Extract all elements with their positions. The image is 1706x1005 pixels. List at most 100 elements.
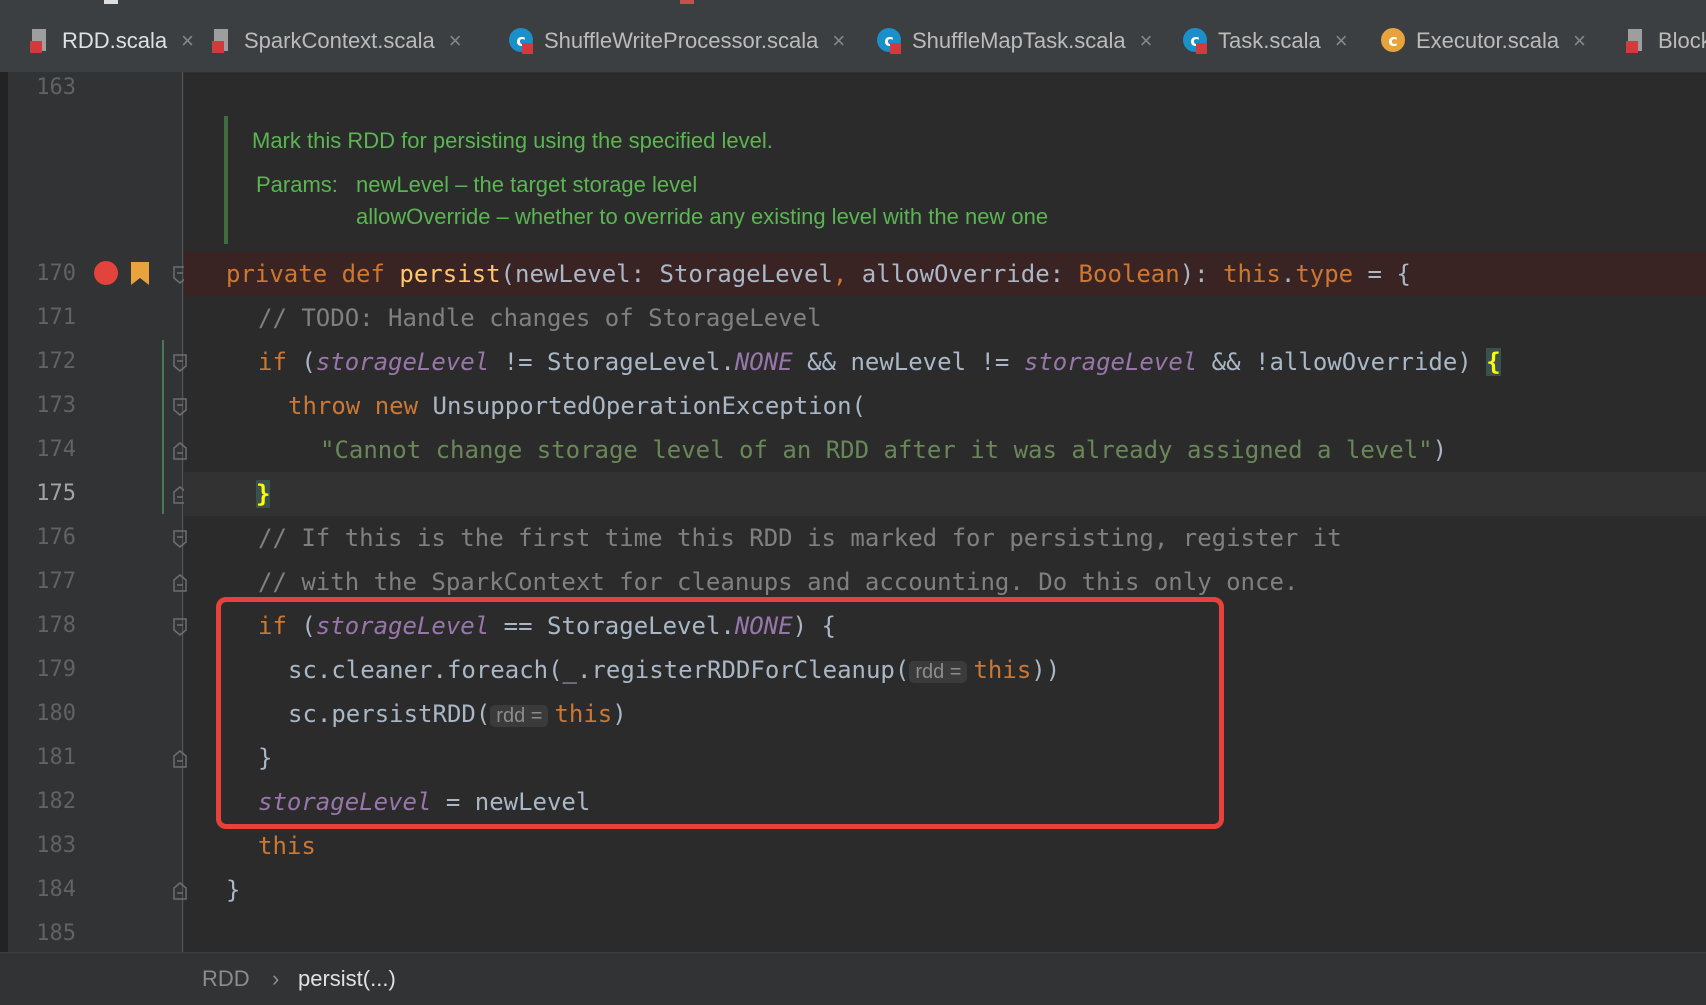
code-token: allowOverride: xyxy=(861,260,1079,288)
editor-tab-bar: RDD.scala × SparkContext.scala × c Shuff… xyxy=(0,10,1706,73)
code-string: "Cannot change storage level of an RDD a… xyxy=(320,436,1433,464)
line-number[interactable]: 177 xyxy=(8,560,76,604)
code-line-180[interactable]: sc.persistRDD(rdd = this) xyxy=(184,692,1706,736)
code-line-185[interactable] xyxy=(184,912,1706,956)
code-token: ) xyxy=(1432,436,1448,464)
breadcrumb-bar: RDD › persist(...) xyxy=(0,952,1706,1005)
code-line-176[interactable]: // If this is the first time this RDD is… xyxy=(184,516,1706,560)
close-icon[interactable]: × xyxy=(832,28,845,54)
tab-label: SparkContext.scala xyxy=(244,28,435,53)
code-token: storageLevel xyxy=(315,612,490,640)
code-token: == StorageLevel. xyxy=(489,612,735,640)
tab-executor-scala[interactable]: c Executor.scala × xyxy=(1380,10,1586,72)
code-line-183[interactable]: this xyxy=(184,824,1706,868)
scala-class-icon: c xyxy=(508,26,536,56)
tab-block-scala[interactable]: Block xyxy=(1622,10,1706,72)
line-number[interactable]: 173 xyxy=(8,384,76,428)
code-token: != StorageLevel. xyxy=(489,348,735,376)
code-comment: // If this is the first time this RDD is… xyxy=(258,524,1342,552)
line-number[interactable]: 184 xyxy=(8,868,76,912)
scala-class-icon: c xyxy=(1182,26,1210,56)
line-number[interactable]: 172 xyxy=(8,340,76,384)
tab-task-scala[interactable]: c Task.scala × xyxy=(1182,10,1348,72)
line-number[interactable]: 179 xyxy=(8,648,76,692)
tab-label: Executor.scala xyxy=(1416,28,1560,53)
code-token: ( xyxy=(301,612,316,640)
code-line-181[interactable]: } xyxy=(184,736,1706,780)
code-token: sc.cleaner.foreach(_.registerRDDForClean… xyxy=(288,656,910,684)
code-token: = { xyxy=(1353,260,1411,288)
code-line-174[interactable]: "Cannot change storage level of an RDD a… xyxy=(184,428,1706,472)
line-number[interactable]: 163 xyxy=(8,66,76,110)
code-token: this xyxy=(554,700,613,728)
code-token: if xyxy=(258,348,302,376)
parameter-hint: rdd = xyxy=(909,661,968,683)
line-number[interactable]: 181 xyxy=(8,736,76,780)
bookmark-icon[interactable] xyxy=(130,262,150,291)
line-number[interactable]: 170 xyxy=(8,252,76,296)
line-number[interactable]: 180 xyxy=(8,692,76,736)
tab-rdd-scala[interactable]: RDD.scala × xyxy=(26,10,194,72)
code-token: = newLevel xyxy=(431,788,591,816)
code-line-171[interactable]: // TODO: Handle changes of StorageLevel xyxy=(184,296,1706,340)
code-line-184[interactable]: } xyxy=(184,868,1706,912)
line-number[interactable]: 183 xyxy=(8,824,76,868)
left-edge xyxy=(0,72,8,1004)
code-token: . xyxy=(1280,260,1296,288)
line-number[interactable]: 182 xyxy=(8,780,76,824)
code-line-179[interactable]: sc.cleaner.foreach(_.registerRDDForClean… xyxy=(184,648,1706,692)
code-comment: // TODO: Handle changes of StorageLevel xyxy=(258,304,822,332)
code-comment: // with the SparkContext for cleanups an… xyxy=(258,568,1299,596)
scala-file-icon xyxy=(26,26,54,56)
scala-class-icon: c xyxy=(1380,26,1408,56)
code-token: this xyxy=(258,832,316,860)
code-line-177[interactable]: // with the SparkContext for cleanups an… xyxy=(184,560,1706,604)
gutter-separator xyxy=(182,72,183,952)
parameter-hint: rdd = xyxy=(490,705,549,727)
code-token: NONE xyxy=(734,348,793,376)
doc-param-allowoverride: allowOverride – whether to override any … xyxy=(356,204,1049,229)
code-line-175[interactable]: } xyxy=(184,472,1706,516)
tab-label: RDD.scala xyxy=(62,28,168,53)
close-icon[interactable]: × xyxy=(449,28,462,54)
breadcrumb-separator: › xyxy=(272,966,280,991)
tab-shufflewriteprocessor-scala[interactable]: c ShuffleWriteProcessor.scala × xyxy=(508,10,845,72)
close-icon[interactable]: × xyxy=(1573,28,1586,54)
close-icon[interactable]: × xyxy=(181,28,194,54)
breadcrumb-item-rdd[interactable]: RDD xyxy=(202,953,250,1005)
code-line-182[interactable]: storageLevel = newLevel xyxy=(184,780,1706,824)
code-token: storageLevel xyxy=(1023,348,1198,376)
code-line-178[interactable]: if (storageLevel == StorageLevel.NONE) { xyxy=(184,604,1706,648)
line-number[interactable]: 176 xyxy=(8,516,76,560)
current-line-number[interactable]: 175 xyxy=(8,472,76,516)
code-token: Boolean xyxy=(1078,260,1180,288)
tab-label: ShuffleMapTask.scala xyxy=(912,28,1126,53)
scala-class-icon: c xyxy=(876,26,904,56)
path-fragment-icon xyxy=(104,0,118,4)
line-number[interactable]: 171 xyxy=(8,296,76,340)
rendered-doc-comment[interactable]: Mark this RDD for persisting using the s… xyxy=(224,116,1204,244)
matched-brace: { xyxy=(1486,348,1501,376)
doc-params-label: Params: xyxy=(256,172,338,197)
code-token: )) xyxy=(1031,656,1061,684)
code-token: NONE xyxy=(734,612,793,640)
breadcrumb-item-persist[interactable]: persist(...) xyxy=(298,953,396,1005)
code-line-173[interactable]: throw new UnsupportedOperationException( xyxy=(184,384,1706,428)
line-number[interactable]: 174 xyxy=(8,428,76,472)
scala-file-icon xyxy=(1622,26,1650,56)
code-line-172[interactable]: if (storageLevel != StorageLevel.NONE &&… xyxy=(184,340,1706,384)
tab-label: Block xyxy=(1658,28,1706,53)
code-line-170[interactable]: private def persist(newLevel: StorageLev… xyxy=(184,252,1706,296)
close-icon[interactable]: × xyxy=(1335,28,1348,54)
breakpoint-icon[interactable] xyxy=(94,261,118,285)
vcs-change-marker[interactable] xyxy=(162,340,164,514)
line-number[interactable]: 178 xyxy=(8,604,76,648)
doc-summary: Mark this RDD for persisting using the s… xyxy=(252,128,773,153)
code-token: && !allowOverride) xyxy=(1197,348,1487,376)
close-icon[interactable]: × xyxy=(1140,28,1153,54)
tab-label: Task.scala xyxy=(1218,28,1321,53)
tab-shufflemaptask-scala[interactable]: c ShuffleMapTask.scala × xyxy=(876,10,1152,72)
tab-sparkcontext-scala[interactable]: SparkContext.scala × xyxy=(208,10,462,72)
line-number[interactable]: 185 xyxy=(8,912,76,956)
code-token: UnsupportedOperationException( xyxy=(432,392,866,420)
